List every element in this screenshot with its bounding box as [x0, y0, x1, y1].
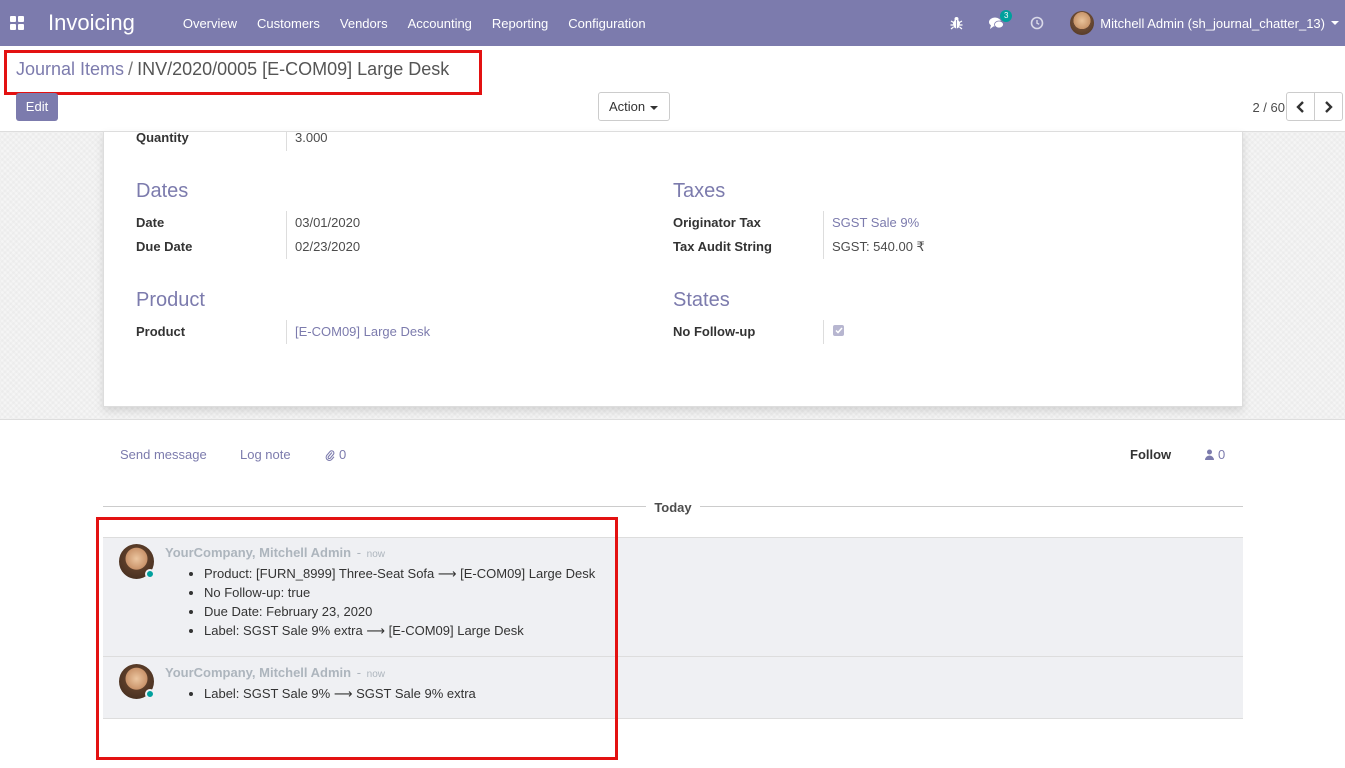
product-group-title: Product — [136, 289, 205, 311]
app-name[interactable]: Invoicing — [48, 10, 135, 36]
field-divider — [823, 211, 824, 259]
breadcrumb-current: INV/2020/0005 [E-COM09] Large Desk — [137, 59, 450, 79]
chatter-message: YourCompany, Mitchell Admin - now Produc… — [103, 537, 1243, 656]
online-status-indicator — [145, 689, 155, 699]
breadcrumb: Journal Items / INV/2020/0005 [E-COM09] La… — [16, 59, 449, 80]
chatter-message: YourCompany, Mitchell Admin - now Label:… — [103, 656, 1243, 719]
tracking-value: Label: SGST Sale 9% ⟶ SGST Sale 9% extra — [204, 684, 476, 703]
follow-button[interactable]: Follow — [1130, 447, 1171, 462]
message-date: now — [366, 669, 386, 680]
tracking-value: Due Date: February 23, 2020 — [204, 602, 595, 621]
product-label: Product — [136, 324, 186, 339]
tracking-values-list: Label: SGST Sale 9% ⟶ SGST Sale 9% extra — [204, 684, 476, 703]
message-author: YourCompany, Mitchell Admin - now — [165, 665, 386, 680]
edit-button[interactable]: Edit — [16, 93, 58, 121]
tracking-value: Label: SGST Sale 9% extra ⟶ [E-COM09] La… — [204, 621, 595, 640]
quantity-label: Quantity — [136, 130, 189, 145]
top-navbar: Invoicing Overview Customers Vendors Acc… — [0, 0, 1345, 46]
breadcrumb-journal-items[interactable]: Journal Items — [16, 59, 124, 79]
breadcrumb-separator: / — [128, 59, 134, 79]
caret-down-icon — [650, 105, 659, 110]
field-divider — [286, 131, 287, 151]
followers-button[interactable]: 0 — [1205, 447, 1225, 462]
messages-badge: 3 — [1000, 9, 1013, 22]
send-message-button[interactable]: Send message — [120, 447, 207, 462]
pager-value: 2 / 60 — [1252, 100, 1285, 115]
originator-tax-link[interactable]: SGST Sale 9% — [832, 215, 919, 230]
pager-next-button[interactable] — [1314, 92, 1343, 121]
author-name[interactable]: YourCompany, Mitchell Admin — [165, 545, 351, 560]
main-menu: Overview Customers Vendors Accounting Re… — [183, 16, 666, 31]
message-author: YourCompany, Mitchell Admin - now — [165, 545, 386, 560]
checkmark-icon — [834, 327, 843, 334]
menu-overview[interactable]: Overview — [183, 16, 237, 31]
date-value[interactable]: 03/01/2020 — [295, 215, 360, 230]
tax-audit-value: SGST: 540.00 ₹ — [832, 239, 925, 254]
log-note-button[interactable]: Log note — [240, 447, 291, 462]
tracking-values-list: Product: [FURN_8999] Three-Seat Sofa ⟶ [… — [204, 564, 595, 640]
field-divider — [286, 211, 287, 259]
author-name[interactable]: YourCompany, Mitchell Admin — [165, 665, 351, 680]
chevron-left-icon — [1296, 100, 1304, 113]
debug-bug-icon[interactable] — [950, 16, 963, 30]
field-divider — [286, 320, 287, 344]
action-label: Action — [609, 99, 646, 114]
taxes-group-title: Taxes — [673, 180, 726, 202]
due-date-value[interactable]: 02/23/2020 — [295, 239, 360, 254]
date-divider-line — [700, 506, 1243, 507]
product-link[interactable]: [E-COM09] Large Desk — [295, 324, 430, 339]
menu-reporting[interactable]: Reporting — [492, 16, 548, 31]
states-group-title: States — [673, 289, 730, 311]
tracking-value: No Follow-up: true — [204, 583, 595, 602]
menu-accounting[interactable]: Accounting — [408, 16, 472, 31]
online-status-indicator — [145, 569, 155, 579]
form-sheet — [103, 131, 1243, 407]
messaging-chat-icon[interactable]: 3 — [989, 9, 1013, 30]
attachments-button[interactable]: 0 — [325, 447, 346, 462]
no-followup-label: No Follow-up — [673, 324, 756, 339]
action-dropdown-button[interactable]: Action — [598, 92, 670, 121]
attachments-count: 0 — [339, 447, 347, 462]
user-name: Mitchell Admin (sh_journal_chatter_13) — [1100, 15, 1325, 31]
field-divider — [823, 320, 824, 344]
menu-vendors[interactable]: Vendors — [340, 16, 388, 31]
activity-clock-icon[interactable] — [1030, 16, 1044, 30]
followers-count: 0 — [1218, 447, 1226, 462]
menu-configuration[interactable]: Configuration — [568, 16, 645, 31]
apps-menu-icon[interactable] — [10, 16, 24, 30]
menu-customers[interactable]: Customers — [257, 16, 320, 31]
chevron-right-icon — [1325, 100, 1333, 113]
tax-audit-label: Tax Audit String — [673, 239, 772, 254]
date-divider-today: Today — [646, 500, 700, 515]
tracking-value: Product: [FURN_8999] Three-Seat Sofa ⟶ [… — [204, 564, 595, 583]
pager-previous-button[interactable] — [1286, 92, 1315, 121]
message-date: now — [366, 549, 386, 560]
navbar-systray: 3 Mitchell Admin (sh_journal_chatter_13) — [950, 0, 1345, 46]
quantity-value[interactable]: 3.000 — [295, 130, 328, 145]
user-menu[interactable]: Mitchell Admin (sh_journal_chatter_13) — [1070, 11, 1339, 35]
dates-group-title: Dates — [136, 180, 189, 202]
due-date-label: Due Date — [136, 239, 193, 254]
originator-tax-label: Originator Tax — [673, 215, 761, 230]
date-label: Date — [136, 215, 165, 230]
user-avatar — [1070, 11, 1095, 35]
user-icon — [1205, 449, 1214, 460]
paperclip-icon — [325, 449, 335, 461]
chevron-down-icon — [1331, 21, 1339, 25]
no-followup-checkbox[interactable] — [833, 325, 844, 336]
date-divider-line — [103, 506, 646, 507]
